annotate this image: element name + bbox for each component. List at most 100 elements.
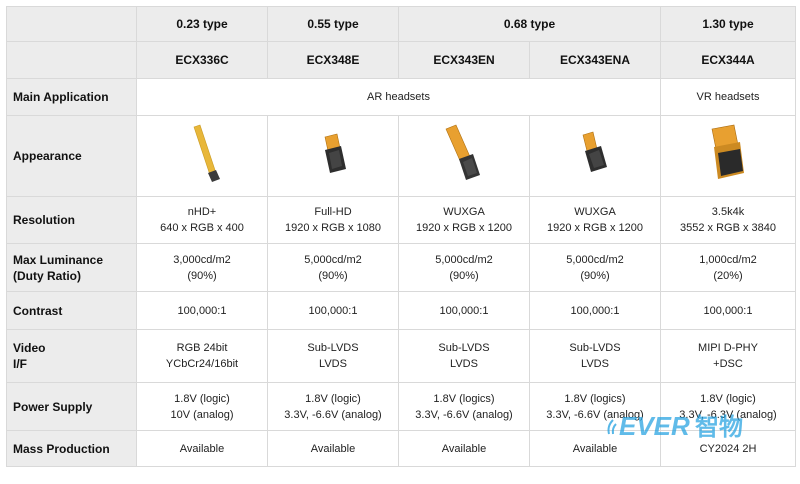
power-analog: 3.3V, -6.6V (analog) — [546, 408, 644, 421]
header-corner — [6, 6, 137, 42]
header-corner-2 — [6, 41, 137, 79]
power-supply-row: Power Supply 1.8V (logic) 10V (analog) 1.… — [6, 382, 796, 431]
contrast-ecx348e: 100,000:1 — [267, 291, 399, 330]
power-analog: 3.3V, -6.6V (analog) — [284, 408, 382, 421]
model-ecx343ena: ECX343ENA — [529, 41, 661, 79]
video-line2: LVDS — [450, 358, 478, 370]
luminance-ecx344a: 1,000cd/m2 (20%) — [660, 243, 796, 292]
power-ecx343ena: 1.8V (logics) 3.3V, -6.6V (analog) — [529, 382, 661, 431]
appearance-ecx336c — [136, 115, 268, 197]
luminance-label: Max Luminance (Duty Ratio) — [6, 243, 137, 292]
video-line1: Sub-LVDS — [569, 342, 621, 354]
resolution-class: WUXGA — [574, 206, 616, 218]
power-ecx336c: 1.8V (logic) 10V (analog) — [136, 382, 268, 431]
power-ecx348e: 1.8V (logic) 3.3V, -6.6V (analog) — [267, 382, 399, 431]
mass-production-row: Mass Production Available Available Avai… — [6, 430, 796, 467]
video-line2: LVDS — [581, 358, 609, 370]
model-ecx343en: ECX343EN — [398, 41, 530, 79]
resolution-ecx343en: WUXGA 1920 x RGB x 1200 — [398, 196, 530, 244]
resolution-row: Resolution nHD+ 640 x RGB x 400 Full-HD 19… — [6, 196, 796, 244]
duty-ratio: (90%) — [449, 269, 479, 282]
mass-production-ecx343ena: Available — [529, 430, 661, 467]
power-logic: 1.8V (logic) — [305, 392, 361, 405]
size-0-68-type: 0.68 type — [398, 6, 661, 42]
power-ecx343en: 1.8V (logics) 3.3V, -6.6V (analog) — [398, 382, 530, 431]
video-ecx343en: Sub-LVDS LVDS — [398, 329, 530, 383]
video-if-label: Video I/F — [6, 329, 137, 383]
video-label-line1: Video — [13, 341, 46, 355]
resolution-class: nHD+ — [187, 206, 217, 218]
resolution-pixels: 1920 x RGB x 1200 — [415, 222, 512, 234]
appearance-ecx343en — [398, 115, 530, 197]
size-header-row: 0.23 type 0.55 type 0.68 type 1.30 type — [6, 6, 796, 42]
duty-ratio: (20%) — [713, 269, 743, 282]
power-logic: 1.8V (logic) — [174, 392, 230, 405]
contrast-ecx344a: 100,000:1 — [660, 291, 796, 330]
luminance-value: 1,000cd/m2 — [699, 253, 757, 266]
video-ecx344a: MIPI D-PHY +DSC — [660, 329, 796, 383]
contrast-ecx343ena: 100,000:1 — [529, 291, 661, 330]
luminance-value: 5,000cd/m2 — [435, 253, 493, 266]
power-logic: 1.8V (logic) — [700, 392, 756, 405]
luminance-label-line2: (Duty Ratio) — [13, 268, 81, 283]
video-if-row: Video I/F RGB 24bit YCbCr24/16bit Sub-LVDS… — [6, 329, 796, 383]
power-ecx344a: 1.8V (logic) 3.3V, -6.3V (analog) — [660, 382, 796, 431]
video-ecx336c: RGB 24bit YCbCr24/16bit — [136, 329, 268, 383]
ecx344a-device-image — [711, 124, 744, 179]
ecx343ena-device-image — [582, 131, 607, 172]
luminance-value: 5,000cd/m2 — [566, 253, 624, 266]
resolution-class: Full-HD — [314, 206, 352, 218]
main-application-row: Main Application AR headsets VR headsets — [6, 78, 796, 116]
duty-ratio: (90%) — [580, 269, 610, 282]
power-logic: 1.8V (logics) — [564, 392, 626, 405]
contrast-ecx343en: 100,000:1 — [398, 291, 530, 330]
video-line2: YCbCr24/16bit — [165, 358, 239, 370]
resolution-ecx348e: Full-HD 1920 x RGB x 1080 — [267, 196, 399, 244]
resolution-ecx343ena: WUXGA 1920 x RGB x 1200 — [529, 196, 661, 244]
contrast-ecx336c: 100,000:1 — [136, 291, 268, 330]
luminance-ecx343ena: 5,000cd/m2 (90%) — [529, 243, 661, 292]
luminance-ecx343en: 5,000cd/m2 (90%) — [398, 243, 530, 292]
resolution-pixels: 1920 x RGB x 1200 — [546, 222, 643, 234]
ecx348e-device-image — [324, 133, 346, 173]
luminance-row: Max Luminance (Duty Ratio) 3,000cd/m2 (90%… — [6, 243, 796, 292]
luminance-ecx348e: 5,000cd/m2 (90%) — [267, 243, 399, 292]
power-analog: 10V (analog) — [170, 408, 234, 421]
luminance-value: 5,000cd/m2 — [304, 253, 362, 266]
resolution-pixels: 1920 x RGB x 1080 — [284, 222, 381, 234]
mass-production-label: Mass Production — [6, 430, 137, 467]
appearance-label: Appearance — [6, 115, 137, 197]
duty-ratio: (90%) — [318, 269, 348, 282]
resolution-label: Resolution — [6, 196, 137, 244]
main-application-label: Main Application — [6, 78, 137, 116]
mass-production-ecx348e: Available — [267, 430, 399, 467]
mass-production-ecx344a: CY2024 2H — [660, 430, 796, 467]
power-logic: 1.8V (logics) — [433, 392, 495, 405]
contrast-label: Contrast — [6, 291, 137, 330]
size-1-30-type: 1.30 type — [660, 6, 796, 42]
contrast-row: Contrast 100,000:1 100,000:1 100,000:1 1… — [6, 291, 796, 330]
model-ecx344a: ECX344A — [660, 41, 796, 79]
model-header-row: ECX336C ECX348E ECX343EN ECX343ENA ECX34… — [6, 41, 796, 79]
size-0-23-type: 0.23 type — [136, 6, 268, 42]
ar-headsets-cell: AR headsets — [136, 78, 661, 116]
resolution-ecx344a: 3.5k4k 3552 x RGB x 3840 — [660, 196, 796, 244]
resolution-ecx336c: nHD+ 640 x RGB x 400 — [136, 196, 268, 244]
video-line2: +DSC — [713, 358, 743, 370]
size-0-55-type: 0.55 type — [267, 6, 399, 42]
video-line1: Sub-LVDS — [438, 342, 490, 354]
video-label-line2: I/F — [13, 357, 27, 371]
video-line1: RGB 24bit — [176, 342, 228, 354]
resolution-class: WUXGA — [443, 206, 485, 218]
resolution-pixels: 3552 x RGB x 3840 — [679, 222, 776, 234]
model-ecx348e: ECX348E — [267, 41, 399, 79]
video-ecx348e: Sub-LVDS LVDS — [267, 329, 399, 383]
power-supply-label: Power Supply — [6, 382, 137, 431]
appearance-row: Appearance — [6, 115, 796, 197]
appearance-ecx343ena — [529, 115, 661, 197]
duty-ratio: (90%) — [187, 269, 217, 282]
resolution-pixels: 640 x RGB x 400 — [160, 222, 244, 234]
ecx336c-device-image — [193, 124, 220, 182]
appearance-ecx344a — [660, 115, 796, 197]
luminance-ecx336c: 3,000cd/m2 (90%) — [136, 243, 268, 292]
